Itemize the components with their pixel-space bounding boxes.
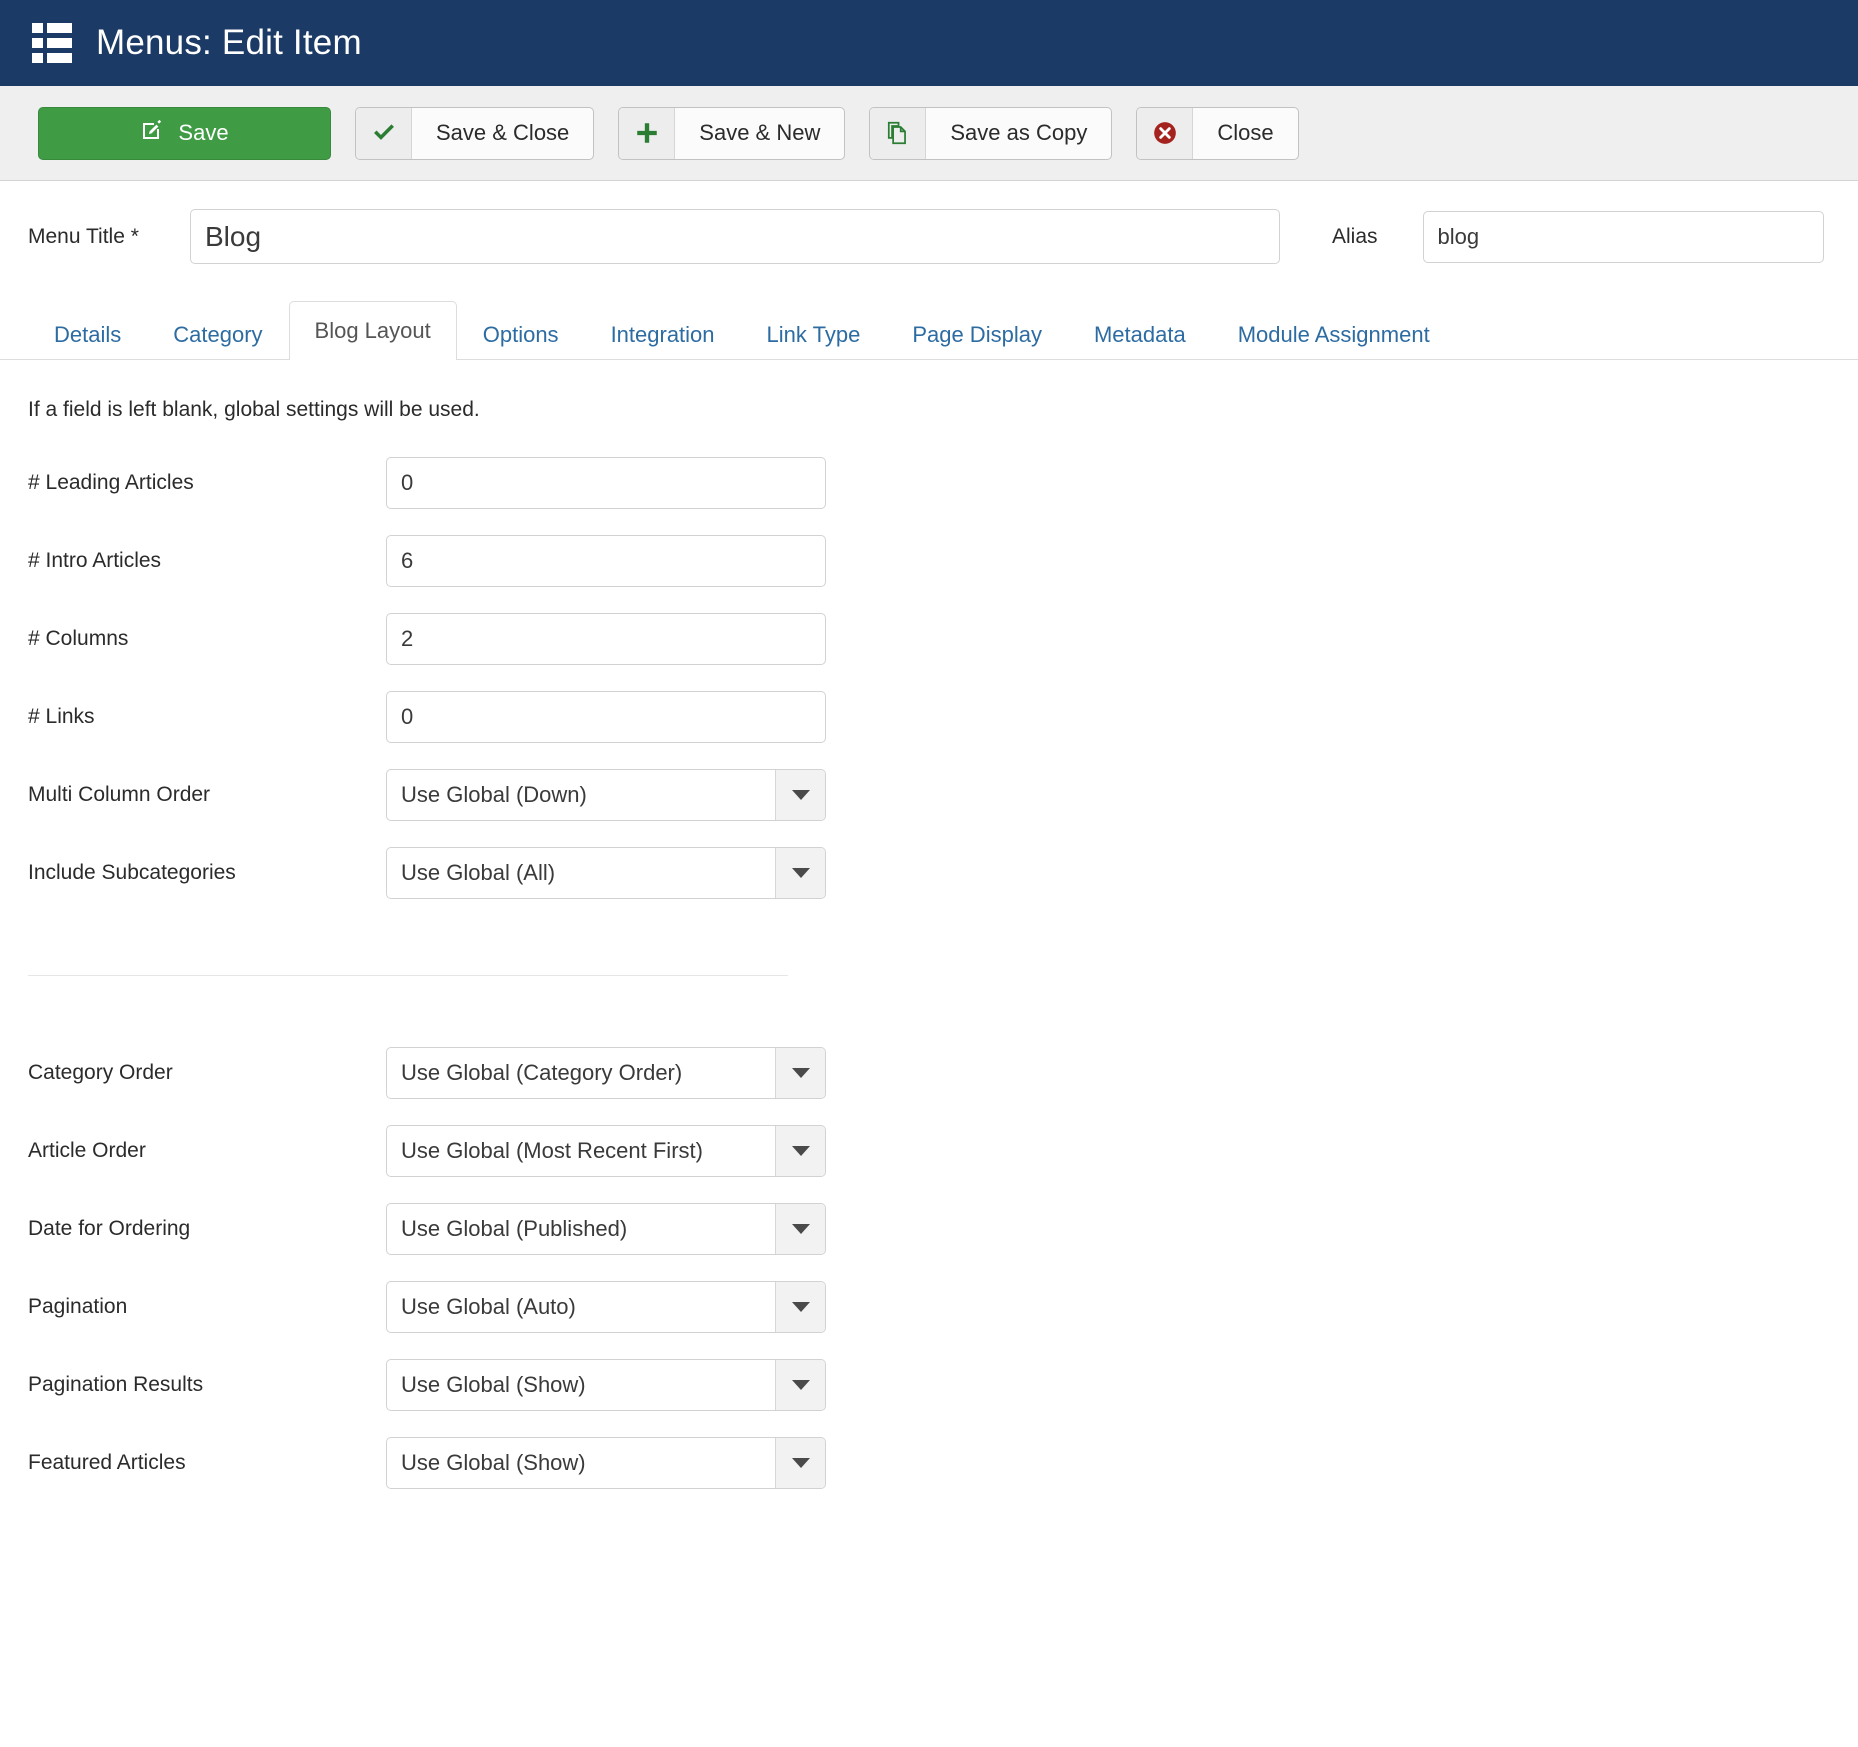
field-row-links: # Links <box>28 678 1858 756</box>
featured-articles-value: Use Global (Show) <box>401 1450 586 1475</box>
multi-column-order-value: Use Global (Down) <box>401 782 587 807</box>
tab-metadata[interactable]: Metadata <box>1068 309 1212 360</box>
columns-label: # Columns <box>28 627 129 650</box>
chevron-down-icon[interactable] <box>775 848 825 898</box>
pagination-label: Pagination <box>28 1295 128 1318</box>
check-icon <box>356 107 412 159</box>
tab-category[interactable]: Category <box>147 309 288 360</box>
field-row-columns: # Columns <box>28 600 1858 678</box>
menu-list-icon <box>32 23 72 63</box>
alias-label: Alias <box>1332 224 1378 248</box>
chevron-down-icon[interactable] <box>775 770 825 820</box>
field-row-multi-column-order: Multi Column Order Use Global (Down) <box>28 756 1858 834</box>
save-as-copy-label: Save as Copy <box>950 120 1088 145</box>
intro-articles-label: # Intro Articles <box>28 549 162 572</box>
field-row-pagination: Pagination Use Global (Auto) <box>28 1268 1858 1346</box>
leading-articles-label: # Leading Articles <box>28 471 194 494</box>
featured-articles-label: Featured Articles <box>28 1451 186 1474</box>
links-input[interactable] <box>386 691 826 743</box>
include-subcategories-value: Use Global (All) <box>401 860 556 885</box>
tab-integration[interactable]: Integration <box>585 309 741 360</box>
links-label: # Links <box>28 705 95 728</box>
title-row: Menu Title * Alias <box>0 181 1858 274</box>
bottom-spacer <box>0 1502 1858 1532</box>
article-order-value: Use Global (Most Recent First) <box>401 1138 703 1163</box>
multi-column-order-label: Multi Column Order <box>28 783 211 806</box>
tab-page-display[interactable]: Page Display <box>886 309 1068 360</box>
close-button-label: Close <box>1217 120 1274 145</box>
save-and-close-button[interactable]: Save & Close <box>355 106 595 160</box>
field-row-date-for-ordering: Date for Ordering Use Global (Published) <box>28 1190 1858 1268</box>
include-subcategories-label: Include Subcategories <box>28 861 236 884</box>
field-row-intro-articles: # Intro Articles <box>28 522 1858 600</box>
blog-layout-form-bottom: Category Order Use Global (Category Orde… <box>0 1034 1858 1502</box>
save-as-copy-button[interactable]: Save as Copy <box>869 106 1113 160</box>
field-row-leading-articles: # Leading Articles <box>28 444 1858 522</box>
category-order-value: Use Global (Category Order) <box>401 1060 683 1085</box>
field-row-pagination-results: Pagination Results Use Global (Show) <box>28 1346 1858 1424</box>
menu-title-input[interactable] <box>190 209 1280 264</box>
tab-details[interactable]: Details <box>28 309 147 360</box>
save-and-new-label: Save & New <box>699 120 821 145</box>
category-order-label: Category Order <box>28 1061 173 1084</box>
category-order-select[interactable]: Use Global (Category Order) <box>386 1047 826 1099</box>
tab-bar: Details Category Blog Layout Options Int… <box>0 296 1858 360</box>
tab-options[interactable]: Options <box>457 309 585 360</box>
pagination-results-value: Use Global (Show) <box>401 1372 586 1397</box>
pagination-results-label: Pagination Results <box>28 1373 204 1396</box>
article-order-label: Article Order <box>28 1139 146 1162</box>
tab-module-assignment[interactable]: Module Assignment <box>1212 309 1456 360</box>
columns-input[interactable] <box>386 613 826 665</box>
page-title: Menus: Edit Item <box>96 23 362 62</box>
global-settings-note: If a field is left blank, global setting… <box>28 398 480 421</box>
chevron-down-icon[interactable] <box>775 1360 825 1410</box>
multi-column-order-select[interactable]: Use Global (Down) <box>386 769 826 821</box>
field-row-include-subcategories: Include Subcategories Use Global (All) <box>28 834 1858 912</box>
chevron-down-icon[interactable] <box>775 1204 825 1254</box>
field-row-category-order: Category Order Use Global (Category Orde… <box>28 1034 1858 1112</box>
date-for-ordering-label: Date for Ordering <box>28 1217 191 1240</box>
toolbar: Save Save & Close Save & New Save as Cop… <box>0 86 1858 181</box>
close-button[interactable]: Close <box>1136 106 1299 160</box>
intro-articles-input[interactable] <box>386 535 826 587</box>
menu-title-label: Menu Title * <box>28 224 139 248</box>
save-button-label: Save <box>178 120 229 145</box>
tab-blog-layout[interactable]: Blog Layout <box>288 301 457 360</box>
blog-layout-form-top: # Leading Articles # Intro Articles # Co… <box>0 422 1858 912</box>
close-circle-icon <box>1137 107 1194 159</box>
plus-icon <box>619 107 676 159</box>
field-row-featured-articles: Featured Articles Use Global (Show) <box>28 1424 1858 1502</box>
chevron-down-icon[interactable] <box>775 1282 825 1332</box>
app-header: Menus: Edit Item <box>0 0 1858 86</box>
article-order-select[interactable]: Use Global (Most Recent First) <box>386 1125 826 1177</box>
save-and-close-label: Save & Close <box>436 120 570 145</box>
tab-link-type[interactable]: Link Type <box>741 309 887 360</box>
include-subcategories-select[interactable]: Use Global (All) <box>386 847 826 899</box>
save-button[interactable]: Save <box>38 106 331 160</box>
copy-icon <box>870 107 927 159</box>
save-and-new-button[interactable]: Save & New <box>618 106 846 160</box>
pagination-results-select[interactable]: Use Global (Show) <box>386 1359 826 1411</box>
date-for-ordering-value: Use Global (Published) <box>401 1216 628 1241</box>
pagination-value: Use Global (Auto) <box>401 1294 576 1319</box>
pagination-select[interactable]: Use Global (Auto) <box>386 1281 826 1333</box>
chevron-down-icon[interactable] <box>775 1438 825 1488</box>
chevron-down-icon[interactable] <box>775 1048 825 1098</box>
leading-articles-input[interactable] <box>386 457 826 509</box>
chevron-down-icon[interactable] <box>775 1126 825 1176</box>
featured-articles-select[interactable]: Use Global (Show) <box>386 1437 826 1489</box>
edit-pencil-icon <box>140 118 164 148</box>
alias-input[interactable] <box>1422 210 1824 263</box>
section-divider <box>28 975 788 976</box>
field-row-article-order: Article Order Use Global (Most Recent Fi… <box>28 1112 1858 1190</box>
date-for-ordering-select[interactable]: Use Global (Published) <box>386 1203 826 1255</box>
